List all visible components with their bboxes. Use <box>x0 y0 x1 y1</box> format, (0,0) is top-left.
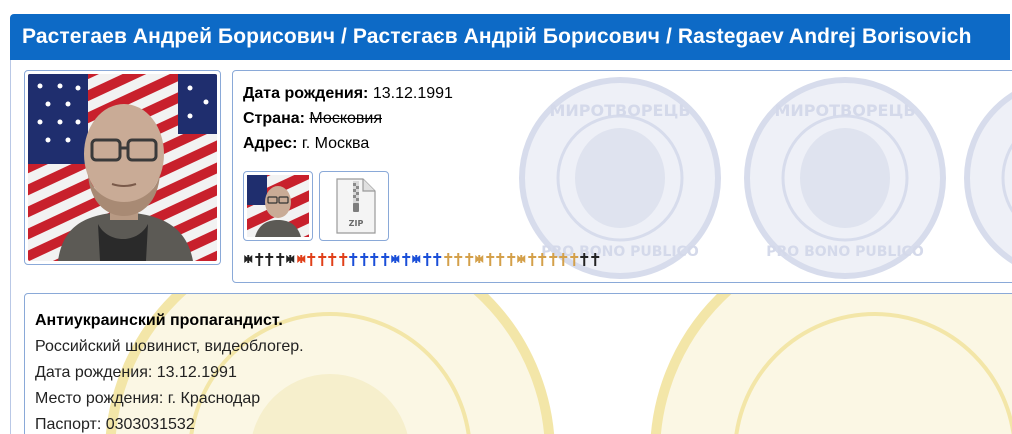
latin-cross-icon <box>254 253 263 266</box>
latin-cross-icon <box>538 253 547 266</box>
latin-cross-icon <box>328 253 337 266</box>
field-value: Московия <box>309 110 382 127</box>
latin-cross-icon <box>580 253 589 266</box>
field-value: 13.12.1991 <box>372 85 453 102</box>
field-address: Адрес: г. Москва <box>243 135 369 153</box>
iron-cross-icon <box>391 255 400 263</box>
bio-line: Дата рождения: 13.12.1991 <box>35 364 237 381</box>
watermark-text-top: МИРОТВОРЕЦЬ <box>549 101 690 120</box>
bio-line: Место рождения: г. Краснодар <box>35 390 261 407</box>
attachment-zip-file[interactable]: ZIP <box>319 171 389 241</box>
iron-cross-icon <box>286 255 295 263</box>
latin-cross-icon <box>454 253 463 266</box>
field-label: Страна: <box>243 110 305 127</box>
iron-cross-icon <box>244 255 253 263</box>
profile-photo-card[interactable] <box>24 70 221 265</box>
latin-cross-icon <box>464 253 473 266</box>
latin-cross-icon <box>527 253 536 266</box>
iron-cross-icon <box>412 255 421 263</box>
iron-cross-icon <box>296 255 305 263</box>
zip-label: ZIP <box>349 219 364 228</box>
bio-card: Антиукраинский пропагандист. Российский … <box>24 293 1012 434</box>
field-birth-date: Дата рождения: 13.12.1991 <box>243 85 453 103</box>
field-label: Дата рождения: <box>243 85 369 102</box>
latin-cross-icon <box>370 253 379 266</box>
latin-cross-icon <box>275 253 284 266</box>
info-card: МИРОТВОРЕЦЬ PRO BONO PUBLICO МИРОТВОРЕЦЬ… <box>232 70 1012 283</box>
latin-cross-icon <box>380 253 389 266</box>
latin-cross-icon <box>422 253 431 266</box>
bio-line: Паспорт: 0303031532 <box>35 416 195 433</box>
latin-cross-icon <box>559 253 568 266</box>
watermark-seal-icon <box>650 294 1012 434</box>
field-country: Страна: Московия <box>243 110 382 128</box>
watermark-seal-icon <box>964 92 1012 264</box>
page-title: Растегаев Андрей Борисович / Растєгаєв А… <box>22 25 972 48</box>
latin-cross-icon <box>317 253 326 266</box>
latin-cross-icon <box>443 253 452 266</box>
latin-cross-icon <box>569 253 578 266</box>
bio-line: Российский шовинист, видеоблогер. <box>35 338 304 355</box>
latin-cross-icon <box>359 253 368 266</box>
latin-cross-icon <box>433 253 442 266</box>
attachment-photo-thumbnail[interactable] <box>243 171 313 241</box>
watermark-seal-icon: МИРОТВОРЕЦЬ PRO BONO PUBLICO <box>744 77 946 279</box>
latin-cross-icon <box>496 253 505 266</box>
field-value: г. Москва <box>301 135 370 152</box>
latin-cross-icon <box>590 253 599 266</box>
person-photo-icon <box>28 74 217 261</box>
latin-cross-icon <box>401 253 410 266</box>
title-bar: Растегаев Андрей Борисович / Растєгаєв А… <box>10 14 1010 60</box>
latin-cross-icon <box>338 253 347 266</box>
person-photo-icon <box>247 175 309 237</box>
profile-photo[interactable] <box>28 74 217 261</box>
latin-cross-icon <box>349 253 358 266</box>
cross-rating-row <box>243 251 600 269</box>
latin-cross-icon <box>307 253 316 266</box>
zip-file-icon: ZIP <box>336 178 376 234</box>
latin-cross-icon <box>548 253 557 266</box>
field-label: Адрес: <box>243 135 298 152</box>
watermark-text-bottom: PRO BONO PUBLICO <box>766 244 924 260</box>
watermark-text-top: МИРОТВОРЕЦЬ <box>774 101 915 120</box>
latin-cross-icon <box>265 253 274 266</box>
latin-cross-icon <box>506 253 515 266</box>
iron-cross-icon <box>517 255 526 263</box>
latin-cross-icon <box>485 253 494 266</box>
iron-cross-icon <box>475 255 484 263</box>
bio-headline: Антиукраинский пропагандист. <box>35 312 283 329</box>
